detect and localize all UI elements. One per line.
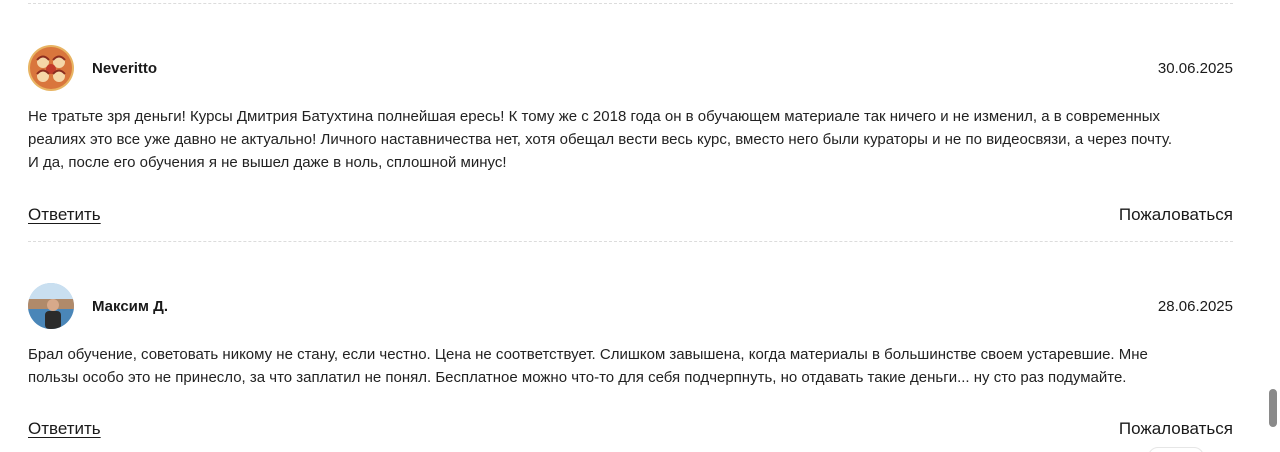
- reply-link[interactable]: Ответить: [28, 419, 101, 439]
- reviews-page: Neveritto 30.06.2025 Не тратьте зря день…: [0, 0, 1280, 452]
- review-text-line: И да, после его обучения я не вышел даже…: [28, 154, 507, 171]
- scrollbar-thumb[interactable]: [1269, 389, 1277, 427]
- review-text-line: пользы особо это не принесло, за что зап…: [28, 369, 1127, 386]
- review-divider: [28, 241, 1233, 242]
- review-date: 30.06.2025: [1157, 60, 1233, 77]
- review-item: Neveritto 30.06.2025 Не тратьте зря день…: [28, 45, 1233, 229]
- review-author: Neveritto: [92, 60, 158, 77]
- complain-link[interactable]: Пожаловаться: [1119, 205, 1233, 225]
- photo-avatar-icon[interactable]: [28, 283, 74, 329]
- review-item: Максим Д. 28.06.2025 Брал обучение, сове…: [28, 283, 1233, 443]
- review-text-line: реалиях это все уже давно не актуально! …: [28, 131, 1173, 148]
- review-text: Не тратьте зря деньги! Курсы Дмитрия Бат…: [28, 105, 1223, 174]
- complain-link[interactable]: Пожаловаться: [1119, 419, 1233, 439]
- partial-button[interactable]: [1148, 447, 1204, 452]
- review-header: Neveritto 30.06.2025: [28, 45, 1233, 91]
- review-divider: [28, 3, 1233, 4]
- review-text: Брал обучение, советовать никому не стан…: [28, 343, 1223, 389]
- review-actions: Ответить Пожаловаться: [28, 205, 1233, 229]
- review-date: 28.06.2025: [1157, 298, 1233, 315]
- review-text-line: Не тратьте зря деньги! Курсы Дмитрия Бат…: [28, 108, 1161, 125]
- illustrated-avatar-icon[interactable]: [28, 45, 74, 91]
- review-header: Максим Д. 28.06.2025: [28, 283, 1233, 329]
- scrollbar[interactable]: [1266, 0, 1280, 452]
- reply-link[interactable]: Ответить: [28, 205, 101, 225]
- review-text-line: Брал обучение, советовать никому не стан…: [28, 346, 1148, 363]
- review-author: Максим Д.: [92, 298, 169, 315]
- review-actions: Ответить Пожаловаться: [28, 419, 1233, 443]
